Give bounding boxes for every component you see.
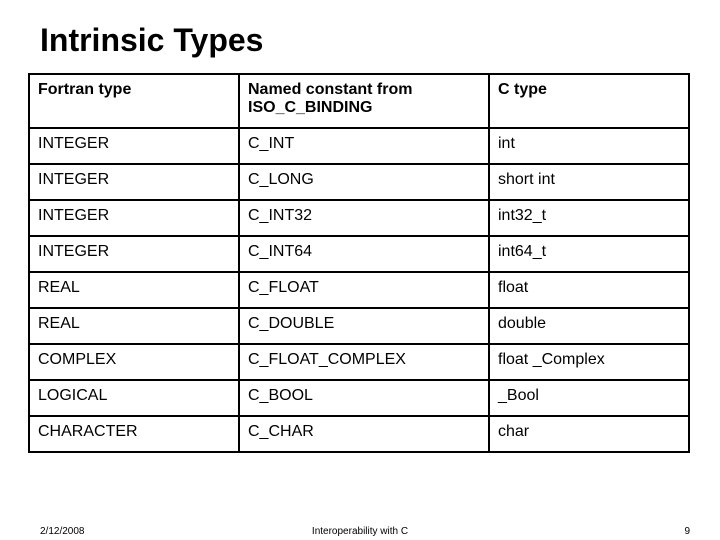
cell-ctype: char xyxy=(489,416,689,452)
cell-ctype: int64_t xyxy=(489,236,689,272)
table-row: INTEGER C_INT int xyxy=(29,128,689,164)
cell-fortran: REAL xyxy=(29,308,239,344)
cell-named: C_INT32 xyxy=(239,200,489,236)
table-header-row: Fortran type Named constant from ISO_C_B… xyxy=(29,74,689,128)
cell-ctype: short int xyxy=(489,164,689,200)
table-row: REAL C_DOUBLE double xyxy=(29,308,689,344)
cell-fortran: CHARACTER xyxy=(29,416,239,452)
cell-named: C_FLOAT_COMPLEX xyxy=(239,344,489,380)
table-row: INTEGER C_LONG short int xyxy=(29,164,689,200)
table-row: REAL C_FLOAT float xyxy=(29,272,689,308)
cell-named: C_CHAR xyxy=(239,416,489,452)
table-row: INTEGER C_INT64 int64_t xyxy=(29,236,689,272)
cell-fortran: COMPLEX xyxy=(29,344,239,380)
cell-fortran: REAL xyxy=(29,272,239,308)
cell-fortran: LOGICAL xyxy=(29,380,239,416)
cell-named: C_DOUBLE xyxy=(239,308,489,344)
cell-fortran: INTEGER xyxy=(29,200,239,236)
cell-fortran: INTEGER xyxy=(29,236,239,272)
cell-ctype: float _Complex xyxy=(489,344,689,380)
table-row: COMPLEX C_FLOAT_COMPLEX float _Complex xyxy=(29,344,689,380)
cell-fortran: INTEGER xyxy=(29,128,239,164)
cell-named: C_BOOL xyxy=(239,380,489,416)
cell-ctype: int32_t xyxy=(489,200,689,236)
header-named: Named constant from ISO_C_BINDING xyxy=(239,74,489,128)
footer-page: 9 xyxy=(684,526,690,537)
cell-ctype: float xyxy=(489,272,689,308)
cell-fortran: INTEGER xyxy=(29,164,239,200)
table-row: CHARACTER C_CHAR char xyxy=(29,416,689,452)
slide: Intrinsic Types Fortran type Named const… xyxy=(0,0,720,540)
table-row: LOGICAL C_BOOL _Bool xyxy=(29,380,689,416)
header-ctype: C type xyxy=(489,74,689,128)
slide-title: Intrinsic Types xyxy=(40,22,692,59)
cell-ctype: int xyxy=(489,128,689,164)
types-table: Fortran type Named constant from ISO_C_B… xyxy=(28,73,690,453)
cell-ctype: _Bool xyxy=(489,380,689,416)
header-fortran: Fortran type xyxy=(29,74,239,128)
footer-center: Interoperability with C xyxy=(0,526,720,537)
cell-named: C_INT64 xyxy=(239,236,489,272)
cell-named: C_FLOAT xyxy=(239,272,489,308)
cell-named: C_LONG xyxy=(239,164,489,200)
table-row: INTEGER C_INT32 int32_t xyxy=(29,200,689,236)
cell-named: C_INT xyxy=(239,128,489,164)
cell-ctype: double xyxy=(489,308,689,344)
